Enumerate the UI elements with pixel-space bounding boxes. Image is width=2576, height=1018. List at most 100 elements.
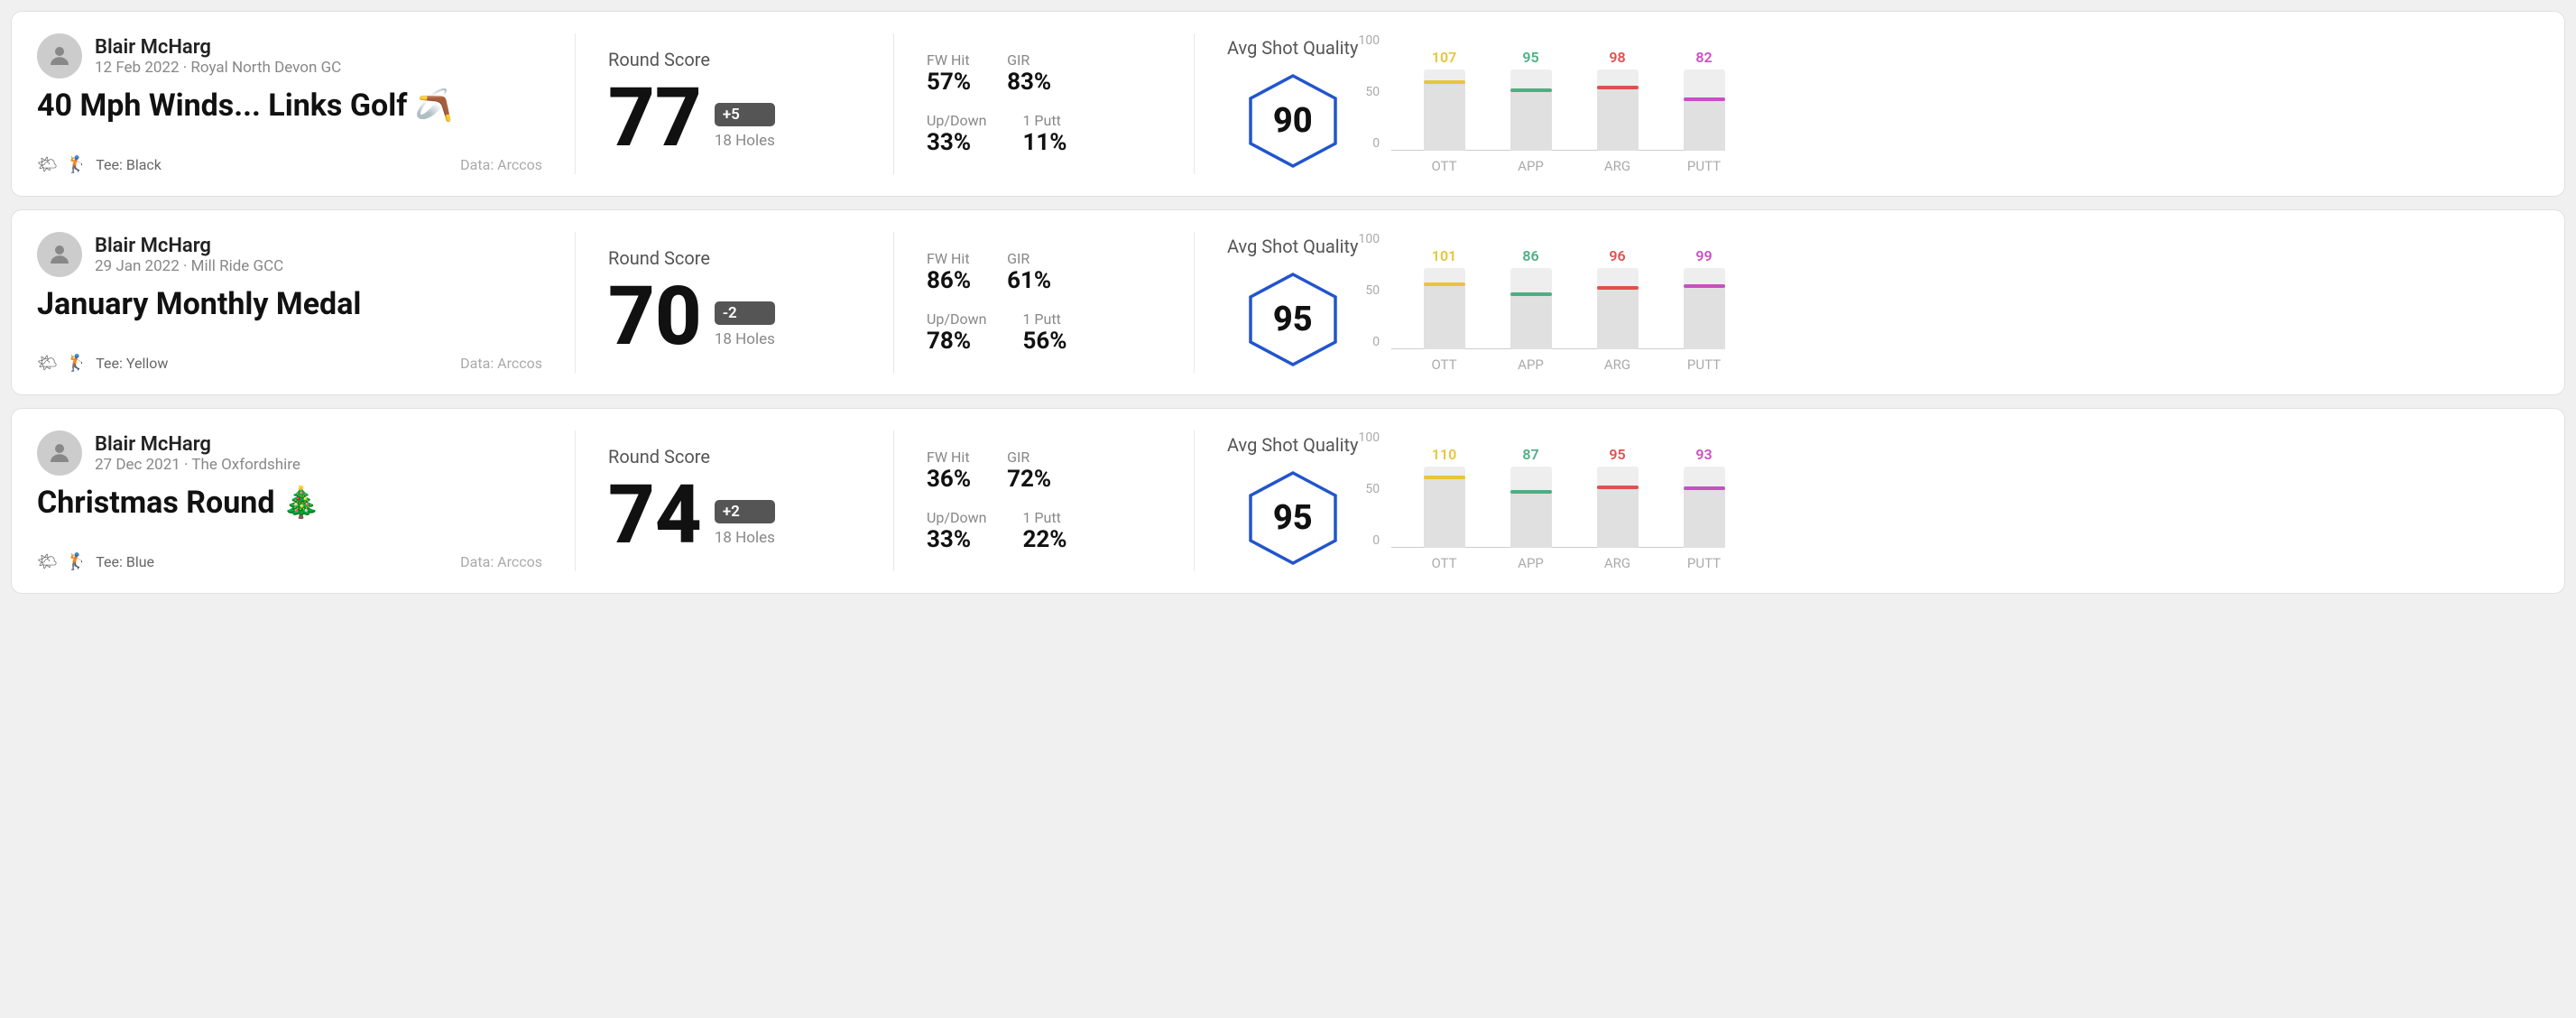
stat-oneputt-value: 22% [1022, 526, 1066, 553]
bar-line-ott [1424, 80, 1465, 84]
quality-label: Avg Shot Quality [1227, 37, 1359, 59]
chart-labels: OTTAPPARGPUTT [1391, 158, 2539, 174]
left-section: Blair McHarg 12 Feb 2022 · Royal North D… [37, 33, 542, 174]
bar-wrapper-ott [1424, 268, 1465, 349]
chart-bars: 101 86 96 [1424, 232, 1725, 349]
bar-wrapper-ott [1424, 69, 1465, 151]
bar-value-ott: 110 [1432, 446, 1456, 463]
hexagon-container: Avg Shot Quality 95 [1227, 236, 1359, 369]
bar-group-putt: 93 [1684, 446, 1725, 548]
round-card-0: Blair McHarg 12 Feb 2022 · Royal North D… [11, 11, 2565, 197]
bag-icon: 🏌 [67, 552, 87, 571]
stat-updown: Up/Down 78% [927, 310, 986, 355]
bar-chart: 100 50 0 107 95 [1391, 33, 2539, 174]
player-header: Blair McHarg 12 Feb 2022 · Royal North D… [37, 33, 542, 79]
stat-oneputt-label: 1 Putt [1022, 310, 1066, 328]
divider-2 [893, 430, 894, 571]
stat-gir-value: 72% [1007, 466, 1051, 493]
stat-fw-hit: FW Hit 86% [927, 250, 971, 294]
player-header: Blair McHarg 29 Jan 2022 · Mill Ride GCC [37, 232, 542, 277]
y-axis: 100 50 0 [1359, 430, 1380, 548]
chart-label-arg: ARG [1597, 158, 1639, 174]
chart-label-arg: ARG [1597, 555, 1639, 571]
bar-fill-putt [1684, 284, 1725, 349]
stat-oneputt-label: 1 Putt [1022, 509, 1066, 526]
score-detail: +5 18 Holes [715, 103, 775, 159]
quality-section: Avg Shot Quality 95 100 50 0 [1227, 232, 2539, 373]
bar-wrapper-putt [1684, 69, 1725, 151]
player-date: 12 Feb 2022 · Royal North Devon GC [95, 59, 341, 77]
stats-section: FW Hit 57% GIR 83% Up/Down 33% 1 Putt 11… [927, 33, 1161, 174]
user-icon [46, 440, 73, 467]
player-date: 27 Dec 2021 · The Oxfordshire [95, 456, 300, 474]
bar-wrapper-app [1510, 268, 1552, 349]
data-source: Data: Arccos [460, 355, 542, 372]
round-title: January Monthly Medal [37, 286, 542, 322]
score-row: 74 +2 18 Holes [608, 475, 861, 556]
score-row: 77 +5 18 Holes [608, 78, 861, 159]
bar-wrapper-putt [1684, 467, 1725, 548]
stat-gir-value: 61% [1007, 267, 1051, 294]
bar-group-app: 86 [1510, 247, 1552, 349]
quality-label: Avg Shot Quality [1227, 236, 1359, 257]
y-label-100: 100 [1359, 33, 1380, 48]
hexagon: 95 [1243, 468, 1343, 568]
stats-row-top: FW Hit 57% GIR 83% [927, 51, 1161, 96]
bar-line-putt [1684, 486, 1725, 490]
avatar [37, 232, 82, 277]
chart-labels: OTTAPPARGPUTT [1391, 356, 2539, 373]
stat-updown-value: 33% [927, 526, 986, 553]
player-info: Blair McHarg 29 Jan 2022 · Mill Ride GCC [95, 235, 283, 275]
bar-line-arg [1597, 486, 1639, 489]
tee-label: Tee: Yellow [96, 355, 168, 372]
quality-section: Avg Shot Quality 90 100 50 0 [1227, 33, 2539, 174]
score-number: 77 [608, 78, 702, 159]
score-detail: +2 18 Holes [715, 500, 775, 556]
stat-fw-hit-value: 36% [927, 466, 971, 493]
divider-2 [893, 33, 894, 174]
stat-oneputt: 1 Putt 22% [1022, 509, 1066, 553]
y-label-100: 100 [1359, 232, 1380, 246]
chart-bars: 107 95 98 [1424, 33, 1725, 151]
bar-group-arg: 96 [1597, 247, 1639, 349]
round-card-2: Blair McHarg 27 Dec 2021 · The Oxfordshi… [11, 408, 2565, 594]
stat-oneputt-value: 11% [1022, 129, 1066, 156]
stat-updown-value: 78% [927, 328, 986, 355]
stat-updown: Up/Down 33% [927, 509, 986, 553]
y-label-0: 0 [1372, 533, 1380, 548]
stat-gir-label: GIR [1007, 449, 1051, 466]
bar-value-arg: 98 [1609, 49, 1625, 66]
weather-icon: 🌤 [37, 552, 58, 571]
y-label-0: 0 [1372, 335, 1380, 349]
score-badge: -2 [715, 301, 775, 325]
stat-gir-label: GIR [1007, 250, 1051, 267]
bar-value-app: 87 [1522, 446, 1538, 463]
bar-value-arg: 96 [1609, 247, 1625, 264]
tee-info: 🌤 🏌 Tee: Yellow [37, 354, 168, 373]
bar-chart: 100 50 0 110 87 [1391, 430, 2539, 571]
hexagon-score: 95 [1273, 300, 1313, 339]
bar-fill-arg [1597, 286, 1639, 349]
stat-updown: Up/Down 33% [927, 112, 986, 156]
bar-wrapper-app [1510, 467, 1552, 548]
stats-section: FW Hit 86% GIR 61% Up/Down 78% 1 Putt 56… [927, 232, 1161, 373]
divider-1 [575, 33, 576, 174]
bar-wrapper-putt [1684, 268, 1725, 349]
left-section: Blair McHarg 27 Dec 2021 · The Oxfordshi… [37, 430, 542, 571]
score-badge: +2 [715, 500, 775, 523]
bar-group-arg: 98 [1597, 49, 1639, 151]
hexagon-container: Avg Shot Quality 95 [1227, 434, 1359, 568]
bar-group-ott: 101 [1424, 247, 1465, 349]
stat-oneputt-label: 1 Putt [1022, 112, 1066, 129]
stat-oneputt-value: 56% [1022, 328, 1066, 355]
bar-line-arg [1597, 286, 1639, 290]
bar-group-ott: 110 [1424, 446, 1465, 548]
stat-fw-hit: FW Hit 57% [927, 51, 971, 96]
weather-icon: 🌤 [37, 155, 58, 174]
hexagon: 90 [1243, 71, 1343, 171]
score-holes: 18 Holes [715, 330, 775, 348]
stats-row-bottom: Up/Down 33% 1 Putt 11% [927, 112, 1161, 156]
player-name: Blair McHarg [95, 433, 300, 456]
player-info: Blair McHarg 27 Dec 2021 · The Oxfordshi… [95, 433, 300, 474]
stat-fw-hit-value: 86% [927, 267, 971, 294]
